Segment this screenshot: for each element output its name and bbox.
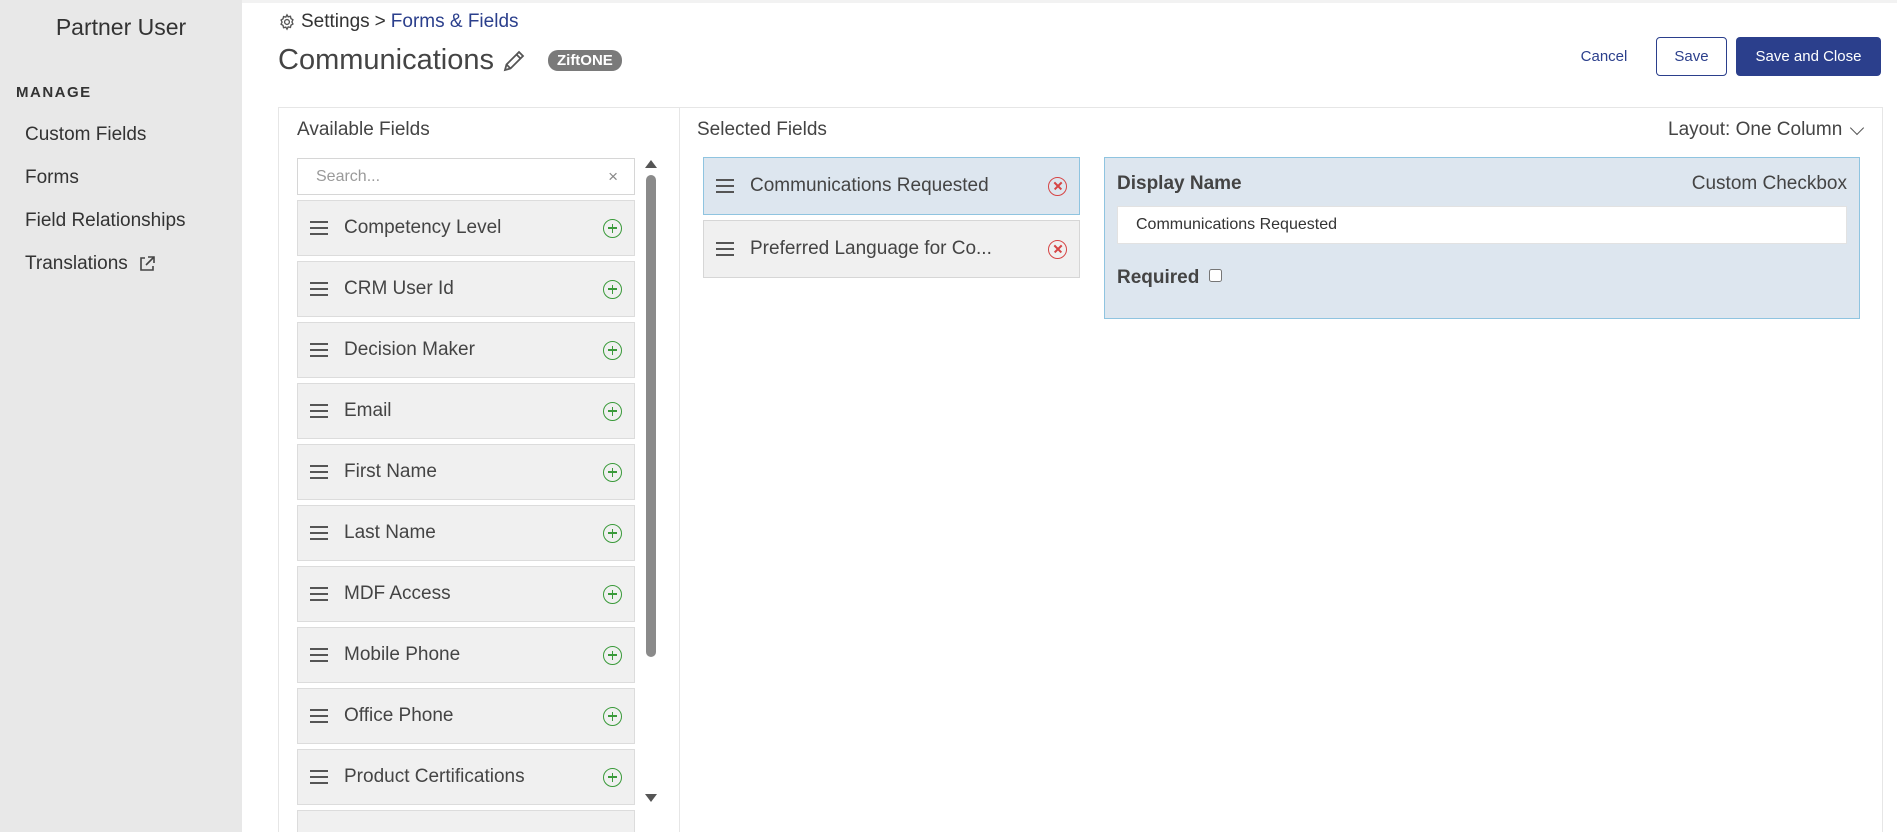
drag-handle-icon[interactable] <box>310 648 328 662</box>
breadcrumb-current[interactable]: Forms & Fields <box>391 11 519 33</box>
drag-handle-icon[interactable] <box>310 709 328 723</box>
app-title: Partner User <box>55 14 187 40</box>
sidebar-item-translations[interactable]: Translations <box>25 253 156 275</box>
display-name-input[interactable] <box>1117 206 1847 244</box>
breadcrumb: Settings > Forms & Fields <box>278 11 519 33</box>
remove-field-icon[interactable] <box>1048 239 1067 259</box>
field-label: CRM User Id <box>344 278 454 299</box>
page-header: Communications ZiftONE <box>278 44 622 77</box>
page-title: Communications <box>278 44 494 76</box>
drag-handle-icon[interactable] <box>310 526 328 540</box>
gear-icon <box>280 13 294 31</box>
cancel-button[interactable]: Cancel <box>1568 40 1640 72</box>
drag-handle-icon[interactable] <box>716 179 734 193</box>
available-field-item[interactable]: Competency Level <box>297 200 635 256</box>
field-label: Competency Level <box>344 217 502 238</box>
sidebar-item-field-relationships[interactable]: Field Relationships <box>25 210 186 232</box>
sidebar-item-forms[interactable]: Forms <box>25 167 79 189</box>
sidebar-item-custom-fields[interactable]: Custom Fields <box>25 124 146 146</box>
sidebar-item-label: Custom Fields <box>25 124 147 145</box>
search-input[interactable] <box>316 167 609 186</box>
add-field-icon[interactable] <box>603 767 622 787</box>
available-field-item[interactable]: First Name <box>297 444 635 500</box>
drag-handle-icon[interactable] <box>310 343 328 357</box>
add-field-icon[interactable] <box>603 340 622 360</box>
available-field-item[interactable]: Last Name <box>297 505 635 561</box>
field-label: Preferred Language for Co... <box>750 238 992 259</box>
save-and-close-button[interactable]: Save and Close <box>1736 37 1881 76</box>
available-fields-heading: Available Fields <box>297 119 430 140</box>
top-divider <box>242 0 1897 3</box>
available-field-item[interactable]: Office Phone <box>297 688 635 744</box>
panel-divider <box>679 107 680 832</box>
add-field-icon[interactable] <box>603 645 622 665</box>
sidebar-item-label: Translations <box>25 253 128 274</box>
field-label: Communications Requested <box>750 175 989 196</box>
available-field-item[interactable]: Decision Maker <box>297 322 635 378</box>
field-label: Product Certifications <box>344 766 525 787</box>
drag-handle-icon[interactable] <box>716 242 734 256</box>
drag-handle-icon[interactable] <box>310 770 328 784</box>
layout-dropdown[interactable]: Layout: One Column <box>1668 119 1865 141</box>
scroll-up-arrow-icon[interactable] <box>645 160 657 168</box>
add-field-icon[interactable] <box>603 279 622 299</box>
drag-handle-icon[interactable] <box>310 221 328 235</box>
available-field-item[interactable]: MDF Access <box>297 566 635 622</box>
add-field-icon[interactable] <box>603 584 622 604</box>
selected-field-item[interactable]: Communications Requested <box>703 157 1080 215</box>
field-label: MDF Access <box>344 583 451 604</box>
scroll-down-arrow-icon[interactable] <box>645 794 657 802</box>
sidebar: Partner User MANAGE Custom Fields Forms … <box>0 0 242 832</box>
drag-handle-icon[interactable] <box>310 465 328 479</box>
field-properties-panel: Display Name Custom Checkbox Required <box>1104 157 1860 319</box>
required-label: Required <box>1117 267 1200 288</box>
save-button[interactable]: Save <box>1656 37 1727 76</box>
search-box: × <box>297 158 635 195</box>
field-label: Last Name <box>344 522 436 543</box>
field-label: Mobile Phone <box>344 644 461 665</box>
selected-fields-heading: Selected Fields <box>697 119 827 140</box>
layout-dropdown-label: Layout: One Column <box>1668 119 1843 140</box>
available-field-item-partial[interactable] <box>297 810 635 832</box>
add-field-icon[interactable] <box>603 401 622 421</box>
sidebar-item-label: Forms <box>25 167 79 188</box>
remove-field-icon[interactable] <box>1048 176 1067 196</box>
available-fields-list: Competency Level CRM User Id Decision Ma… <box>297 200 635 832</box>
add-field-icon[interactable] <box>603 462 622 482</box>
field-label: First Name <box>344 461 437 482</box>
brand-badge: ZiftONE <box>547 50 622 71</box>
field-label: Email <box>344 400 392 421</box>
breadcrumb-separator: > <box>374 11 386 32</box>
field-label: Decision Maker <box>344 339 475 360</box>
sidebar-section-label: MANAGE <box>16 84 92 101</box>
chevron-down-icon <box>1850 120 1865 135</box>
scrollbar-thumb[interactable] <box>646 175 656 657</box>
field-label: Office Phone <box>344 705 454 726</box>
available-field-item[interactable]: CRM User Id <box>297 261 635 317</box>
add-field-icon[interactable] <box>603 523 622 543</box>
breadcrumb-root[interactable]: Settings <box>301 11 370 33</box>
drag-handle-icon[interactable] <box>310 404 328 418</box>
display-name-label: Display Name <box>1117 173 1242 194</box>
drag-handle-icon[interactable] <box>310 282 328 296</box>
required-checkbox[interactable] <box>1209 269 1222 282</box>
sidebar-item-label: Field Relationships <box>25 210 186 231</box>
available-field-item[interactable]: Email <box>297 383 635 439</box>
add-field-icon[interactable] <box>603 218 622 238</box>
add-field-icon[interactable] <box>603 706 622 726</box>
clear-search-icon[interactable]: × <box>608 167 618 187</box>
pencil-icon[interactable] <box>500 47 528 75</box>
field-type-label: Custom Checkbox <box>1691 173 1847 194</box>
available-field-item[interactable]: Product Certifications <box>297 749 635 805</box>
selected-field-item[interactable]: Preferred Language for Co... <box>703 220 1080 278</box>
available-field-item[interactable]: Mobile Phone <box>297 627 635 683</box>
drag-handle-icon[interactable] <box>310 587 328 601</box>
external-link-icon <box>139 256 155 271</box>
